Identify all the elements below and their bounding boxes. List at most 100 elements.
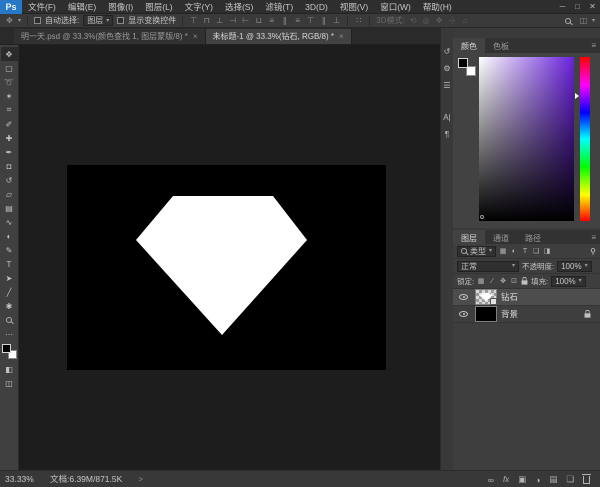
layer-effects-icon[interactable]: fx — [503, 475, 509, 484]
close-tab-icon[interactable]: × — [193, 32, 198, 41]
layer-visibility-icon[interactable] — [459, 311, 468, 317]
filter-type-layers-icon[interactable]: T — [521, 248, 529, 255]
auto-select-dropdown[interactable]: 图层 ▾ — [83, 15, 113, 26]
auto-select-checkbox[interactable] — [34, 17, 41, 24]
layer-row-background[interactable]: 背景 — [453, 306, 600, 323]
link-layers-icon[interactable]: ∞ — [488, 475, 494, 485]
lock-artboard-icon[interactable]: ⊡ — [510, 277, 518, 285]
tab-channels[interactable]: 通道 — [485, 230, 517, 245]
opacity-dropdown[interactable]: 100% ▾ — [557, 261, 591, 272]
type-tool[interactable]: T — [1, 257, 18, 271]
properties-panel-icon[interactable]: ⚙ — [443, 65, 450, 73]
distribute-vcenter-icon[interactable]: ∥ — [280, 16, 289, 25]
tab-layers[interactable]: 图层 — [453, 230, 485, 245]
close-tab-icon[interactable]: × — [339, 32, 344, 41]
hue-slider[interactable] — [580, 57, 590, 221]
menu-layer[interactable]: 图层(L) — [139, 1, 178, 13]
menu-edit[interactable]: 编辑(E) — [62, 1, 102, 13]
document-tab-active[interactable]: 未标题-1 @ 33.3%(钻石, RGB/8) * × — [206, 29, 352, 44]
layer-row-diamond[interactable]: 钻石 — [453, 289, 600, 306]
delete-layer-icon[interactable] — [583, 476, 590, 484]
menu-image[interactable]: 图像(I) — [102, 1, 139, 13]
character-panel-icon[interactable]: A| — [443, 114, 450, 122]
align-left-icon[interactable]: ⊣ — [228, 16, 237, 25]
brush-tool[interactable]: ✒ — [1, 145, 18, 159]
hue-slider-marker[interactable] — [575, 93, 579, 99]
blend-mode-dropdown[interactable]: 正常 ▾ — [457, 261, 519, 272]
layer-thumbnail[interactable] — [475, 306, 497, 322]
adjustments-panel-icon[interactable]: ☰ — [443, 82, 450, 90]
new-layer-icon[interactable]: ❏ — [566, 474, 574, 485]
layer-visibility-icon[interactable] — [459, 294, 468, 300]
saturation-brightness-field[interactable] — [479, 57, 574, 221]
tab-color[interactable]: 颜色 — [453, 38, 485, 53]
screen-mode-button[interactable]: ◫ — [1, 376, 18, 390]
align-vcenter-icon[interactable]: ⊓ — [202, 16, 211, 25]
foreground-color-swatch[interactable] — [458, 58, 468, 68]
layer-name[interactable]: 钻石 — [501, 291, 518, 303]
filter-kind-dropdown[interactable]: 类型 ▾ — [457, 246, 496, 257]
distribute-left-icon[interactable]: ⊤ — [306, 16, 315, 25]
document-canvas[interactable] — [67, 165, 386, 370]
adjustment-layer-icon[interactable]: ◑ — [535, 475, 540, 485]
show-transform-checkbox[interactable] — [117, 17, 124, 24]
quick-mask-button[interactable]: ◧ — [1, 362, 18, 376]
layer-filter-toggle-icon[interactable]: ⚲ — [590, 247, 596, 256]
distribute-bottom-icon[interactable]: ≡ — [293, 16, 302, 25]
tab-paths[interactable]: 路径 — [517, 230, 549, 245]
menu-window[interactable]: 窗口(W) — [374, 1, 417, 13]
menu-filter[interactable]: 滤镜(T) — [259, 1, 299, 13]
fill-dropdown[interactable]: 100% ▾ — [551, 276, 585, 287]
lock-position-icon[interactable]: ✥ — [499, 277, 507, 285]
paragraph-panel-icon[interactable]: ¶ — [445, 131, 449, 139]
zoom-tool[interactable] — [1, 313, 18, 327]
close-button[interactable]: ✕ — [585, 2, 600, 11]
align-hcenter-icon[interactable]: ⊢ — [241, 16, 250, 25]
status-options-chevron-icon[interactable]: > — [138, 475, 143, 484]
filter-adjustment-layers-icon[interactable]: ◐ — [510, 248, 518, 255]
document-tab-inactive[interactable]: 明一天.psd @ 33.3%(颜色查找 1, 图层蒙版/8) * × — [14, 29, 206, 44]
gradient-tool[interactable]: ▤ — [1, 201, 18, 215]
panel-menu-icon[interactable]: ≡ — [591, 38, 600, 53]
add-mask-icon[interactable]: ▣ — [518, 474, 526, 485]
healing-brush-tool[interactable]: ✚ — [1, 131, 18, 145]
lasso-tool[interactable]: ➰ — [1, 75, 18, 89]
align-bottom-icon[interactable]: ⊥ — [215, 16, 224, 25]
foreground-color-swatch[interactable] — [2, 344, 11, 353]
search-icon[interactable] — [565, 18, 571, 24]
menu-file[interactable]: 文件(F) — [22, 1, 62, 13]
eraser-tool[interactable]: ▱ — [1, 187, 18, 201]
history-panel-icon[interactable]: ↺ — [444, 48, 451, 56]
chevron-down-icon[interactable]: ▾ — [592, 18, 595, 24]
eyedropper-tool[interactable]: ✐ — [1, 117, 18, 131]
menu-view[interactable]: 视图(V) — [334, 1, 374, 13]
menu-help[interactable]: 帮助(H) — [417, 1, 458, 13]
minimize-button[interactable]: ─ — [555, 2, 570, 11]
layer-thumbnail[interactable] — [475, 289, 497, 305]
panel-menu-icon[interactable]: ≡ — [591, 230, 600, 245]
menu-3d[interactable]: 3D(D) — [299, 2, 334, 12]
clone-stamp-tool[interactable]: ◘ — [1, 159, 18, 173]
foreground-background-swatches[interactable] — [2, 344, 17, 359]
lock-all-icon[interactable] — [522, 280, 528, 284]
marquee-tool[interactable]: ▢ — [1, 61, 18, 75]
align-top-icon[interactable]: ⊤ — [189, 16, 198, 25]
menu-select[interactable]: 选择(S) — [219, 1, 259, 13]
filter-smart-objects-icon[interactable]: ◨ — [543, 247, 551, 255]
menu-type[interactable]: 文字(Y) — [179, 1, 219, 13]
lock-transparency-icon[interactable]: ▦ — [477, 277, 485, 285]
path-select-tool[interactable]: ➤ — [1, 271, 18, 285]
pen-tool[interactable]: ✎ — [1, 243, 18, 257]
distribute-spacing-icon[interactable]: ∷ — [354, 16, 363, 25]
smudge-tool[interactable]: ∿ — [1, 215, 18, 229]
lock-pixels-icon[interactable]: ∕ — [488, 278, 496, 285]
crop-tool[interactable]: ⌗ — [1, 103, 18, 117]
workspace-icon[interactable]: ◫ — [579, 16, 588, 25]
maximize-button[interactable]: □ — [570, 2, 585, 11]
color-panel-swatches[interactable] — [458, 58, 476, 76]
pasteboard[interactable] — [19, 45, 440, 470]
distribute-right-icon[interactable]: ⊥ — [332, 16, 341, 25]
edit-toolbar-button[interactable]: ⋯ — [1, 327, 18, 341]
dodge-tool[interactable]: ◐ — [1, 229, 18, 243]
move-tool[interactable]: ✥ — [1, 47, 18, 61]
